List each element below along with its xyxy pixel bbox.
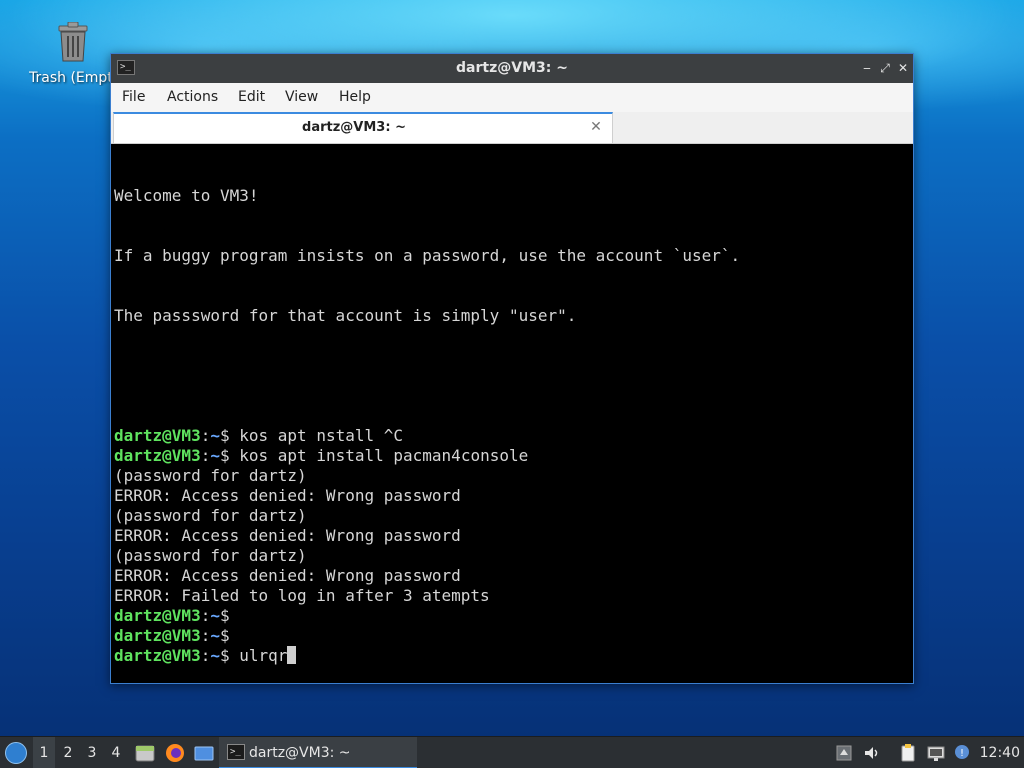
prompt-symbol: $ [219, 446, 230, 465]
prompt-user: dartz@VM3 [114, 626, 201, 645]
menu-help[interactable]: Help [333, 83, 377, 112]
workspace-4[interactable]: 4 [105, 737, 127, 768]
text-cursor [287, 646, 297, 664]
network-icon[interactable] [926, 743, 946, 763]
taskbar-task-label: dartz@VM3: ~ [249, 745, 351, 761]
prompt-colon: : [200, 426, 211, 445]
prompt-path: ~ [210, 646, 220, 665]
prompt-symbol: $ [219, 426, 230, 445]
terminal-output-line: ERROR: Access denied: Wrong password [114, 526, 461, 545]
menu-file[interactable]: File [116, 83, 151, 112]
prompt-path: ~ [210, 446, 220, 465]
trash-icon [58, 22, 88, 62]
maximize-button[interactable]: ⤢ [877, 60, 893, 76]
svg-text:!: ! [960, 748, 964, 759]
terminal-output-line: (password for dartz) [114, 466, 307, 485]
terminal-prompt-line: dartz@VM3:~$ kos apt nstall ^C [114, 426, 911, 446]
terminal-welcome-line: Welcome to VM3! [114, 186, 259, 205]
trash-label: Trash (Empty) [29, 70, 119, 86]
prompt-colon: : [200, 646, 211, 665]
prompt-user: dartz@VM3 [114, 446, 201, 465]
tabbar: dartz@VM3: ~ ✕ [111, 112, 913, 144]
prompt-symbol: $ [219, 626, 230, 645]
prompt-colon: : [200, 446, 211, 465]
workspace-1[interactable]: 1 [33, 737, 55, 768]
taskbar-task-terminal[interactable]: >_ dartz@VM3: ~ [219, 737, 417, 768]
prompt-user: dartz@VM3 [114, 426, 201, 445]
menubar: File Actions Edit View Help [111, 83, 913, 112]
file-manager-icon[interactable] [134, 742, 156, 764]
terminal-welcome-line: The passsword for that account is simply… [114, 306, 577, 325]
prompt-symbol: $ [219, 646, 230, 665]
terminal-prompt-line: dartz@VM3:~$ kos apt install pacman4cons… [114, 446, 911, 466]
volume-icon[interactable] [862, 743, 882, 763]
tab-label: dartz@VM3: ~ [302, 120, 406, 135]
prompt-user: dartz@VM3 [114, 606, 201, 625]
start-menu-button[interactable] [5, 742, 27, 764]
command-text: kos apt nstall ^C [229, 426, 404, 445]
command-text: ulrqr [229, 646, 288, 665]
taskbar: 1 2 3 4 >_ dartz@VM3: ~ ! 12:40 [0, 736, 1024, 768]
terminal-prompt-line: dartz@VM3:~$ ulrqr [114, 646, 911, 666]
window-title: dartz@VM3: ~ [456, 60, 568, 76]
minimize-button[interactable]: ‒ [859, 60, 875, 76]
prompt-path: ~ [210, 626, 220, 645]
prompt-colon: : [200, 606, 211, 625]
tab-close-icon[interactable]: ✕ [588, 119, 604, 135]
terminal-prompt-line: dartz@VM3:~$ [114, 626, 911, 646]
clock: 12:40 [979, 745, 1020, 761]
window-titlebar[interactable]: >_ dartz@VM3: ~ ‒ ⤢ ✕ [111, 54, 913, 83]
terminal-output-line: ERROR: Failed to log in after 3 atempts [114, 586, 490, 605]
prompt-symbol: $ [219, 606, 230, 625]
workspace-2[interactable]: 2 [57, 737, 79, 768]
tab-terminal[interactable]: dartz@VM3: ~ ✕ [113, 112, 613, 143]
workspace-3[interactable]: 3 [81, 737, 103, 768]
menu-edit[interactable]: Edit [232, 83, 271, 112]
menu-view[interactable]: View [279, 83, 324, 112]
firefox-icon[interactable] [164, 742, 186, 764]
prompt-user: dartz@VM3 [114, 646, 201, 665]
prompt-path: ~ [210, 426, 220, 445]
show-desktop-icon[interactable] [193, 742, 215, 764]
terminal-output[interactable]: Welcome to VM3! If a buggy program insis… [113, 146, 911, 681]
prompt-path: ~ [210, 606, 220, 625]
close-button[interactable]: ✕ [895, 60, 911, 76]
menu-actions[interactable]: Actions [161, 83, 224, 112]
clipboard-icon[interactable] [898, 743, 918, 763]
terminal-task-icon: >_ [227, 744, 245, 760]
command-text: kos apt install pacman4console [229, 446, 529, 465]
terminal-welcome-line: If a buggy program insists on a password… [114, 246, 741, 265]
terminal-window: >_ dartz@VM3: ~ ‒ ⤢ ✕ File Actions Edit … [110, 53, 914, 684]
terminal-output-line: (password for dartz) [114, 506, 307, 525]
prompt-colon: : [200, 626, 211, 645]
terminal-output-line: ERROR: Access denied: Wrong password [114, 566, 461, 585]
notification-icon[interactable]: ! [952, 743, 972, 763]
updates-icon[interactable] [834, 743, 854, 763]
terminal-output-line: ERROR: Access denied: Wrong password [114, 486, 461, 505]
terminal-output-line: (password for dartz) [114, 546, 307, 565]
terminal-prompt-line: dartz@VM3:~$ [114, 606, 911, 626]
